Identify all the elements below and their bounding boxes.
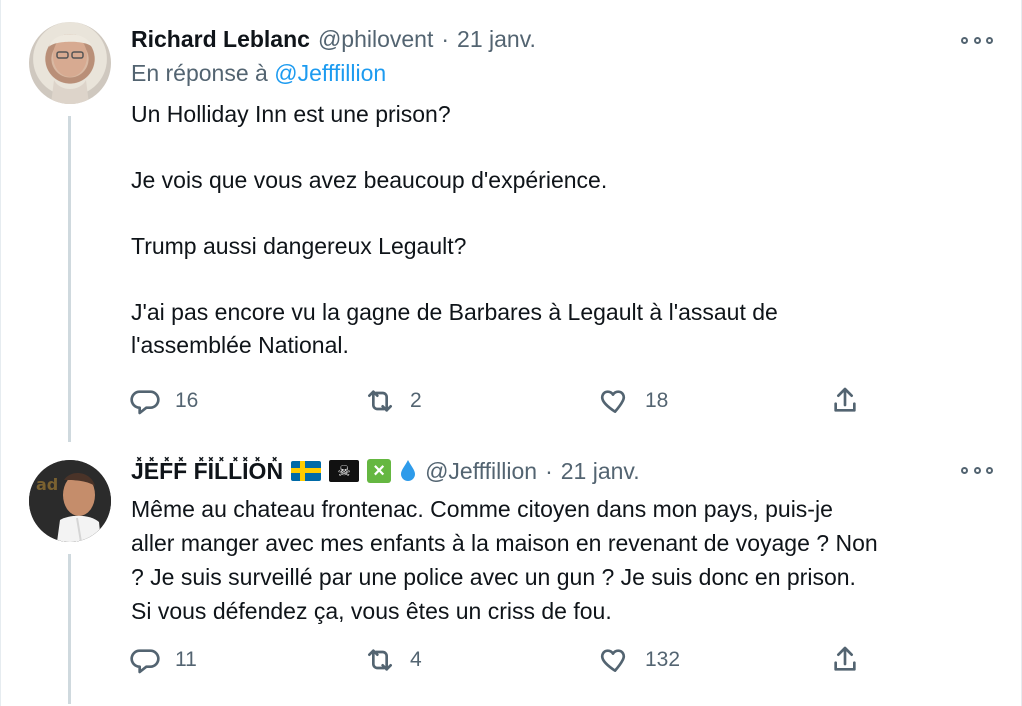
heart-icon [600,649,626,672]
pirate-flag-icon: ☠ [329,460,360,482]
reply-count: 11 [175,648,197,671]
more-icon[interactable] [961,462,993,478]
separator: · [545,457,553,484]
retweet-count: 2 [410,389,422,412]
like-count: 18 [645,389,669,412]
tweet-richard-leblanc[interactable]: Richard Leblanc @philovent · 21 janv. En… [1,0,1022,442]
author-handle[interactable]: @philovent [318,26,433,53]
share-button[interactable] [829,644,869,676]
tweet-date[interactable]: 21 janv. [561,458,640,485]
sweden-flag-icon [291,461,322,481]
tweet-actions: 16 2 18 [129,381,869,421]
retweet-count: 4 [410,648,422,671]
reply-button[interactable]: 11 [129,644,364,676]
tweet-header: J̽E̽F̽F̽ F̽I̽L̽L̽I̽O̽N̽ ☠ × @Jefffillion… [131,456,973,486]
retweet-icon [368,390,392,412]
tweet-date[interactable]: 21 janv. [457,26,536,53]
separator: · [441,25,450,52]
share-icon [834,646,856,671]
like-button[interactable]: 18 [599,385,829,417]
tweet-text: Même au chateau frontenac. Comme citoyen… [131,496,878,624]
reply-button[interactable]: 16 [129,385,364,417]
tweet-text: Un Holliday Inn est une prison? Je vois … [131,101,778,358]
droplet-icon [401,460,416,481]
tweet-jeff-fillion[interactable]: ad J̽E̽F̽F̽ F̽I̽L̽L̽I̽O̽N̽ ☠ × @Jefffill… [1,442,1022,706]
share-button[interactable] [829,385,869,417]
reply-icon [130,390,160,415]
reply-icon [130,649,160,674]
tweet-thread: Richard Leblanc @philovent · 21 janv. En… [0,0,1022,706]
share-icon [834,387,856,412]
reply-prefix: En réponse à [131,60,268,86]
thread-line [68,554,71,704]
more-icon[interactable] [961,32,993,48]
author-name[interactable]: Richard Leblanc [131,26,310,53]
avatar[interactable]: ad [29,460,111,542]
cross-mark-button-icon: × [367,459,392,483]
author-name[interactable]: J̽E̽F̽F̽ F̽I̽L̽L̽I̽O̽N̽ [131,458,283,485]
retweet-icon [368,649,392,671]
retweet-button[interactable]: 4 [364,644,599,676]
reply-to-link[interactable]: @Jefffillion [274,60,386,86]
svg-text:ad: ad [36,475,58,494]
like-button[interactable]: 132 [599,644,829,676]
like-count: 132 [645,648,681,671]
retweet-button[interactable]: 2 [364,385,599,417]
reply-context: En réponse à @Jefffillion [131,60,386,87]
reply-count: 16 [175,389,199,412]
tweet-actions: 11 4 132 [129,640,869,680]
author-handle[interactable]: @Jefffillion [425,458,537,485]
thread-line [68,116,71,442]
tweet-header: Richard Leblanc @philovent · 21 janv. [131,24,973,54]
avatar[interactable] [29,22,111,104]
heart-icon [600,390,626,413]
